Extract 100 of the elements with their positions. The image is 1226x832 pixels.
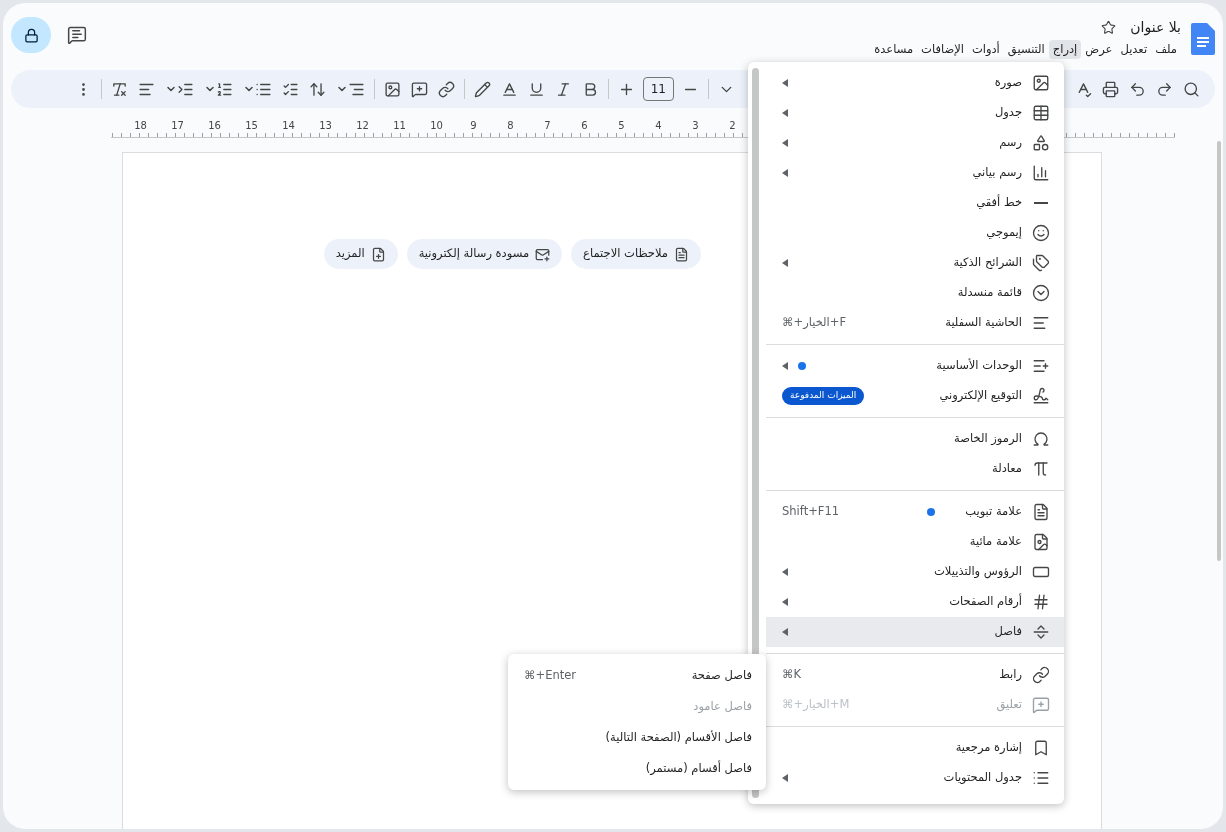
menu-item-label: جدول (994, 104, 1022, 122)
underline-icon[interactable] (527, 80, 545, 98)
submenu-arrow-icon (782, 598, 788, 606)
bar-chart-icon (1032, 164, 1050, 182)
menubar-item[interactable]: مساعدة (870, 40, 918, 60)
line-spacing-icon[interactable] (308, 80, 326, 98)
menu-item[interactable]: رسم بياني (766, 158, 1064, 188)
menu-item[interactable]: معادلة (766, 454, 1064, 484)
lines-icon (1032, 314, 1050, 332)
lock-button[interactable] (11, 17, 51, 53)
shortcut-text: ⌘K (782, 666, 802, 684)
menu-item[interactable]: خط أفقي (766, 188, 1064, 218)
menu-item[interactable]: فاصل أقسام (مستمر) (508, 753, 766, 784)
numbered-list-icon[interactable] (215, 80, 233, 98)
menu-item-label: الرؤوس والتذييلات (934, 563, 1022, 581)
menu-item[interactable]: رسم (766, 128, 1064, 158)
image-icon (1032, 74, 1050, 92)
menubar-item[interactable]: إدراج (1048, 40, 1082, 60)
shapes-icon (1032, 134, 1050, 152)
submenu-arrow-icon (782, 139, 788, 147)
menu-item[interactable]: أرقام الصفحات (766, 587, 1064, 617)
menu-item-label: علامة مائية (969, 533, 1022, 551)
star-icon[interactable] (1101, 20, 1117, 35)
menu-item[interactable]: جدول (766, 98, 1064, 128)
text-color-icon[interactable] (500, 80, 518, 98)
table-icon (1032, 104, 1050, 122)
signature-icon (1032, 387, 1050, 405)
search-icon[interactable] (1183, 80, 1200, 98)
menubar-item[interactable]: تعديل (1116, 40, 1152, 60)
comment-icon[interactable] (67, 25, 87, 45)
template-chip[interactable]: ملاحظات الاجتماع (571, 239, 701, 269)
menu-item[interactable]: فاصل (766, 617, 1064, 647)
document-title[interactable]: بلا عنوان (1130, 17, 1181, 38)
template-chip[interactable]: مسودة رسالة إلكترونية (406, 239, 563, 269)
paid-features-badge: الميزات المدفوعة (782, 387, 865, 405)
submenu-arrow-icon (782, 362, 788, 370)
menu-item[interactable]: جدول المحتويات (766, 763, 1064, 793)
mail-plus-icon (535, 246, 551, 262)
menu-item-label: علامة تبويب (965, 503, 1022, 521)
menu-item-label: قائمة منسدلة (957, 284, 1022, 302)
font-size-field[interactable]: 11 (642, 77, 674, 101)
menu-item-label: إشارة مرجعية (955, 739, 1022, 757)
smiley-icon (1032, 224, 1050, 242)
menu-item-label: إيموجي (986, 224, 1022, 242)
menu-item[interactable]: فاصل الأقسام (الصفحة التالية) (508, 722, 766, 753)
menu-item[interactable]: علامة مائية (766, 527, 1064, 557)
pi-icon (1032, 460, 1050, 478)
list-plus-icon (1032, 357, 1050, 375)
menu-item-label: فاصل أقسام (مستمر) (645, 759, 752, 777)
menu-item-label: تعليق (996, 696, 1022, 714)
menubar-item[interactable]: ملف (1151, 40, 1181, 60)
submenu-arrow-icon (782, 568, 788, 576)
submenu-arrow-icon (782, 79, 788, 87)
menubar-item[interactable]: التنسيق (1003, 40, 1049, 60)
pencil-icon[interactable] (473, 80, 491, 98)
menu-item-label: رسم (999, 134, 1022, 152)
menu-item-label: فاصل صفحة (691, 666, 752, 684)
menu-item-label: معادلة (992, 460, 1022, 478)
undo-icon[interactable] (1129, 80, 1146, 98)
submenu-arrow-icon (782, 628, 788, 636)
comment-add-icon (1032, 696, 1050, 714)
link-icon[interactable] (437, 80, 455, 98)
menu-item[interactable]: صورة (766, 68, 1064, 98)
chips-icon (1032, 254, 1050, 272)
print-icon[interactable] (1102, 80, 1119, 98)
template-chip[interactable]: المزيد (323, 239, 398, 269)
document-icon (674, 246, 689, 262)
menu-item-label: التوقيع الإلكتروني (939, 387, 1022, 405)
clear-formatting-icon[interactable] (110, 80, 128, 98)
comment-add-icon[interactable] (410, 80, 428, 98)
menubar-item[interactable]: أدوات (967, 40, 1004, 60)
menu-item[interactable]: الشرائح الذكية (766, 248, 1064, 278)
submenu-arrow-icon (782, 774, 788, 782)
horizontal-line-icon (1034, 202, 1048, 204)
menu-item-label: رابط (999, 666, 1022, 684)
menubar-item[interactable]: عرض (1081, 40, 1117, 60)
document-icon (1032, 503, 1050, 521)
menubar-item[interactable]: الإضافات (917, 40, 968, 60)
menu-item[interactable]: الرؤوس والتذييلات (766, 557, 1064, 587)
shortcut-text: ⌘+الخيار+F (782, 314, 847, 332)
menu-item[interactable]: إيموجي (766, 218, 1064, 248)
menu-item-label: الحاشية السفلية (945, 314, 1022, 332)
link-icon (1032, 666, 1050, 684)
docs-logo[interactable] (1191, 23, 1215, 55)
separator-icon (1032, 623, 1050, 641)
image-icon[interactable] (383, 80, 401, 98)
submenu-arrow-icon (782, 169, 788, 177)
scrollbar[interactable] (1217, 141, 1221, 561)
menu-item-label: فاصل عامود (693, 697, 752, 715)
menu-item[interactable]: التوقيع الإلكتروني الميزات المدفوعة (766, 381, 1064, 411)
menu-item[interactable]: قائمة منسدلة (766, 278, 1064, 308)
file-plus-icon (370, 246, 386, 262)
menu-item[interactable]: الوحدات الأساسية (766, 351, 1064, 381)
menu-item[interactable]: الحاشية السفلية ⌘+الخيار+F (766, 308, 1064, 338)
menu-item[interactable]: الرموز الخاصة (766, 424, 1064, 454)
omega-icon (1032, 430, 1050, 448)
menu-item[interactable]: إشارة مرجعية (766, 733, 1064, 763)
redo-icon[interactable] (1156, 80, 1173, 98)
shortcut-text: ⌘+Enter (524, 666, 576, 684)
menu-item-label: الرموز الخاصة (954, 430, 1022, 448)
